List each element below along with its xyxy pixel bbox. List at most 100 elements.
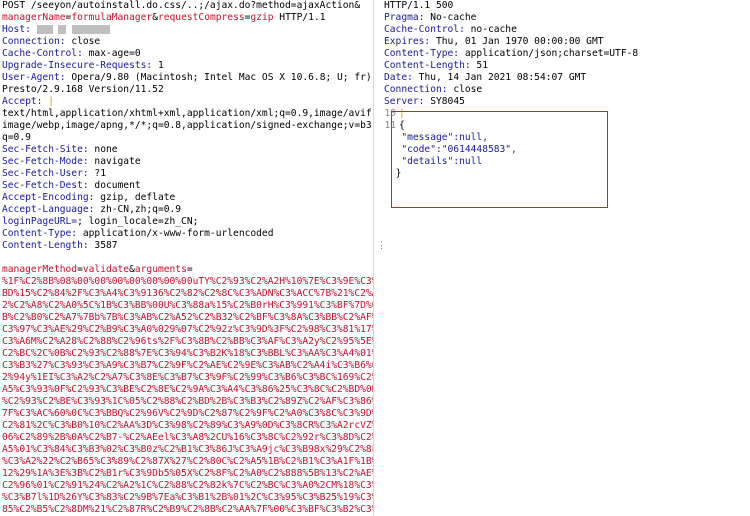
body-line: 7F%C3%AC%60%0C%C3%BBQ%C2%96V%C2%9D%C2%87… xyxy=(2,408,374,419)
request-line-1: POST /seeyon/autoinstall.do.css/..;/ajax… xyxy=(2,0,361,11)
header-value: SY8045 xyxy=(424,96,465,107)
body-params: managerMethod=validate&arguments= xyxy=(2,264,374,276)
body-line: 2%94y%1EI%C3%A2%C2%A7%C3%8E%C3%B7%C3%9F%… xyxy=(2,372,374,383)
header-key: Accept: xyxy=(2,96,43,107)
accept-value-line: q=0.9 xyxy=(2,132,31,143)
header-line: Content-Type: application/json;charset=U… xyxy=(384,48,750,60)
request-pane[interactable]: POST /seeyon/autoinstall.do.css/..;/ajax… xyxy=(0,0,374,516)
param-name-2: arguments xyxy=(134,264,187,275)
param-value-2: gzip xyxy=(250,12,274,23)
header-value: ?1 xyxy=(88,168,106,179)
header-value: none xyxy=(88,144,118,155)
header-line: Connection: close xyxy=(2,36,374,48)
header-line: Accept-Encoding: gzip, deflate xyxy=(2,192,374,204)
header-key: Host: xyxy=(2,24,31,35)
header-key: Sec-Fetch-Site: xyxy=(2,144,89,155)
param-name-2: requestCompress xyxy=(157,12,245,23)
header-value: No-cache xyxy=(424,12,477,23)
header-line: Content-Type: application/x-www-form-url… xyxy=(2,228,374,240)
header-value: gzip, deflate xyxy=(94,192,176,203)
header-key: Accept-Encoding: xyxy=(2,192,95,203)
body-line: %C2%93%C2%BE%C3%93%1C%05%C2%88%C2%BD%2B%… xyxy=(2,396,374,407)
header-value: navigate xyxy=(88,156,141,167)
header-value: close xyxy=(447,84,483,95)
param-name: managerMethod xyxy=(2,264,78,275)
header-line: Accept-Language: zh-CN,zh;q=0.9 xyxy=(2,204,374,216)
host-header: Host: xyxy=(2,24,374,36)
header-key: User-Agent: xyxy=(2,72,66,83)
body-line: B%C2%B0%C2%A7%7Bb%7B%C3%AB%C2%A52%C2%B32… xyxy=(2,312,374,323)
user-agent-continued: Presto/2.9.168 Version/11.52 xyxy=(2,84,164,95)
header-line: Sec-Fetch-User: ?1 xyxy=(2,168,374,180)
header-key: Sec-Fetch-Mode: xyxy=(2,156,89,167)
header-value: 3587 xyxy=(88,240,118,251)
header-line: Cache-Control: no-cache xyxy=(384,24,750,36)
header-line: Content-Length: 3587 xyxy=(2,240,374,252)
header-line: Content-Length: 51 xyxy=(384,60,750,72)
redacted-block xyxy=(72,24,111,34)
drag-handle-icon[interactable]: ⋮ xyxy=(377,240,386,252)
header-value: 51 xyxy=(470,60,488,71)
header-line: Cache-Control: max-age=0 xyxy=(2,48,374,60)
header-line: Pragma: No-cache xyxy=(384,12,750,24)
header-value: Opera/9.80 (Macintosh; Intel Mac OS X 10… xyxy=(65,72,372,83)
body-line: %C3%A2%22%C2%B65%C3%89%C2%87X%27%C2%80C%… xyxy=(2,456,374,467)
param-name: managerName xyxy=(2,12,66,23)
header-key: Accept-Language: xyxy=(2,204,95,215)
header-key: Cache-Control: xyxy=(2,48,83,59)
pane-divider[interactable] xyxy=(373,0,374,516)
header-value: 1 xyxy=(152,60,164,71)
body-line: 12%29%1A%3E%3B%C2%B1r%C3%9Db5%05X%C2%8F%… xyxy=(2,468,374,479)
header-value: no-cache xyxy=(464,24,517,35)
body-line: A5%C3%93%0F%C2%93%C3%BE%C2%8E%C2%9A%C3%A… xyxy=(2,384,374,395)
highlight-box xyxy=(391,111,608,208)
header-value: Thu, 01 Jan 1970 00:00:00 GMT xyxy=(430,36,604,47)
body-line: C3%B3%27%C3%93%C3%A9%C3%B7%C2%9F%C2%AE%C… xyxy=(2,360,374,371)
header-key: Sec-Fetch-Dest: xyxy=(2,180,89,191)
body-line: BD%15%C2%84%2F%C3%A4%C3%9136%C2%82%C2%8C… xyxy=(2,288,374,299)
header-value: ; login_locale=zh_CN; xyxy=(77,216,199,227)
header-value: close xyxy=(65,36,101,47)
body-line: A5%01%C3%84%C3%B3%02%C3%B0z%C2%B1%C3%86J… xyxy=(2,444,374,455)
body-line: C2%BC%2C%0B%C2%93%C2%88%7E%C3%94%C3%B2K%… xyxy=(2,348,374,359)
header-line: Sec-Fetch-Mode: navigate xyxy=(2,156,374,168)
http-version: HTTP/1.1 xyxy=(273,12,326,23)
header-line: Sec-Fetch-Site: none xyxy=(2,144,374,156)
accept-header: Accept: | xyxy=(2,96,374,108)
header-line: Sec-Fetch-Dest: document xyxy=(2,180,374,192)
header-value: zh-CN,zh;q=0.9 xyxy=(94,204,182,215)
header-key: Upgrade-Insecure-Requests: xyxy=(2,60,153,71)
equals-2: = xyxy=(186,264,193,275)
header-line: Upgrade-Insecure-Requests: 1 xyxy=(2,60,374,72)
status-line: HTTP/1.1 500 xyxy=(384,0,454,11)
header-key: loginPageURL= xyxy=(2,216,78,227)
header-line: Connection: close xyxy=(384,84,750,96)
redacted-block xyxy=(36,24,53,34)
accept-value-line: text/html,application/xhtml+xml,applicat… xyxy=(2,108,374,119)
body-line: C3%A6M%C2%A28%C2%88%C2%96ts%2F%C3%8B%C2%… xyxy=(2,336,374,347)
body-line: C2%96%01%C2%91%24%C2%A2%1C%C2%88%C2%82k%… xyxy=(2,480,374,491)
header-key: Cache-Control: xyxy=(384,24,465,35)
text-caret: | xyxy=(48,96,54,107)
header-line: Server: SY8045 xyxy=(384,96,750,108)
header-key: Date: xyxy=(384,72,413,83)
header-line: Expires: Thu, 01 Jan 1970 00:00:00 GMT xyxy=(384,36,750,48)
header-key: Content-Length: xyxy=(2,240,89,251)
header-key: Connection: xyxy=(2,36,66,47)
redacted-block xyxy=(58,24,67,34)
header-line: User-Agent: Opera/9.80 (Macintosh; Intel… xyxy=(2,72,374,84)
header-value: application/x-www-form-urlencoded xyxy=(77,228,274,239)
param-value: formulaManager xyxy=(71,12,153,23)
body-line: 2%C2%A8%C2%A0%5C%1B%C3%BB%00U%C3%88a%15%… xyxy=(2,300,374,311)
header-key: Server: xyxy=(384,96,425,107)
body-line: %C3%B7l%1D%26Y%C3%83%C2%9B%7Ea%C3%B1%2B%… xyxy=(2,492,374,503)
accept-value-line: image/webp,image/apng,*/*;q=0.8,applicat… xyxy=(2,120,374,131)
header-key: Expires: xyxy=(384,36,431,47)
body-line: 85%C2%B5%C2%8DM%21%C2%87R%C2%B9%C2%8B%C2… xyxy=(2,504,374,515)
header-value: application/json;charset=UTF-8 xyxy=(459,48,639,59)
response-pane[interactable]: HTTP/1.1 500 Pragma: No-cache Cache-Contr… xyxy=(384,0,750,516)
header-key: Pragma: xyxy=(384,12,425,23)
header-key: Content-Length: xyxy=(384,60,471,71)
body-line: C2%81%2C%C3%B0%10%C2%AA%3D%C3%98%C2%89%C… xyxy=(2,420,374,431)
request-line-2: managerName=formulaManager&requestCompre… xyxy=(2,12,374,24)
